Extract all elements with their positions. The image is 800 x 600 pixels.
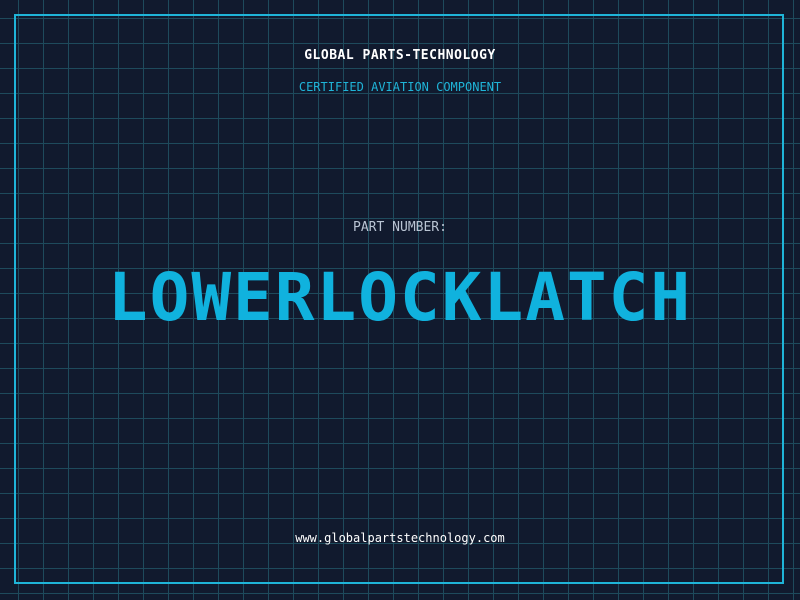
tagline: CERTIFIED AVIATION COMPONENT [298, 80, 502, 94]
part-number-label: PART NUMBER: [353, 220, 447, 235]
website-url: www.globalpartstechnology.com [295, 531, 505, 545]
company-name: GLOBAL PARTS-TECHNOLOGY [304, 48, 496, 63]
label-page: { "header": { "company": "GLOBAL PARTS-T… [0, 0, 800, 600]
part-number-value: LOWERLOCKLATCH [107, 259, 693, 336]
